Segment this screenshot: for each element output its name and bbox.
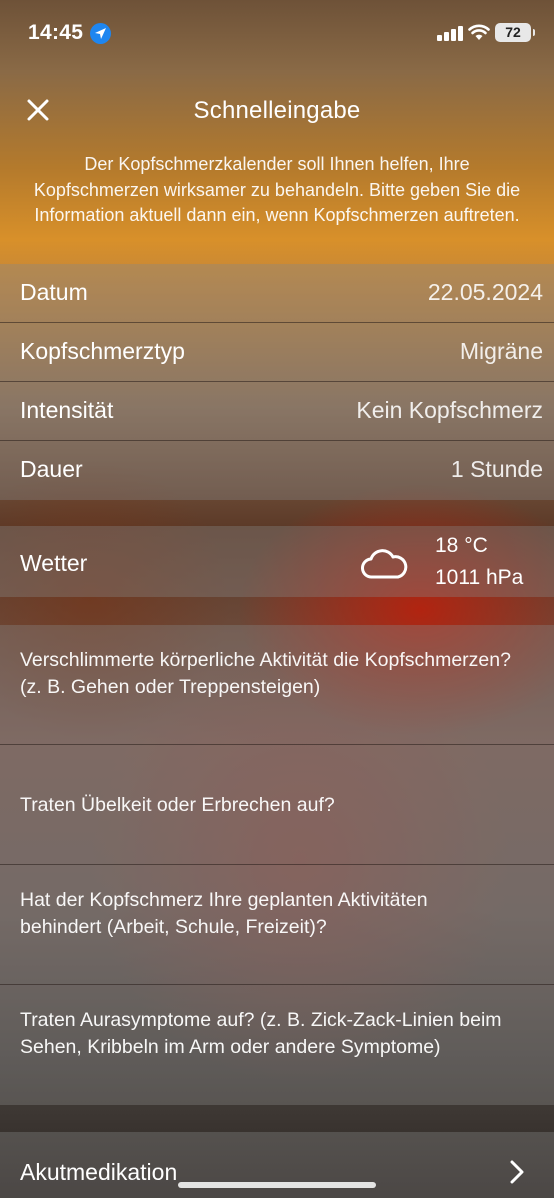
weather-pressure: 1011 hPa [435, 566, 524, 589]
question-text: Hat der Kopfschmerz Ihre geplanten Aktiv… [20, 889, 428, 938]
duration-value: 1 Stunde [450, 456, 543, 482]
location-arrow-icon [90, 23, 111, 44]
headache-type-label: Kopfschmerztyp [20, 338, 185, 364]
weather-temperature: 18 °C [435, 534, 488, 557]
question-row-aura[interactable]: Traten Aurasymptome auf? (z. B. Zick-Zac… [0, 985, 554, 1105]
cellular-signal-icon [437, 25, 463, 41]
headache-type-row[interactable]: Kopfschmerztyp Migräne [0, 323, 554, 382]
duration-label: Dauer [20, 456, 83, 482]
intro-text: Der Kopfschmerzkalender soll Ihnen helfe… [33, 154, 521, 225]
question-row-nausea[interactable]: Traten Übelkeit oder Erbrechen auf? [0, 745, 554, 865]
chevron-right-icon[interactable] [510, 1160, 524, 1184]
question-row-activity[interactable]: Verschlimmerte körperliche Aktivität die… [0, 625, 554, 745]
status-bar: 14:45 72 [0, 0, 554, 66]
wifi-icon [468, 24, 490, 40]
date-label: Datum [20, 279, 88, 305]
status-time: 14:45 [28, 21, 84, 44]
home-indicator [178, 1182, 376, 1188]
question-text: Traten Übelkeit oder Erbrechen auf? [20, 794, 335, 816]
cloud-icon [361, 549, 408, 579]
battery-icon: 72 [495, 23, 535, 42]
acute-medication-row[interactable]: Akutmedikation [0, 1132, 554, 1198]
date-row[interactable]: Datum 22.05.2024 [0, 264, 554, 323]
headache-type-value: Migräne [459, 338, 543, 364]
intensity-row[interactable]: Intensität Kein Kopfschmerz [0, 382, 554, 441]
question-text: Traten Aurasymptome auf? (z. B. Zick-Zac… [20, 1009, 502, 1058]
question-text: Verschlimmerte körperliche Aktivität die… [20, 649, 511, 698]
duration-row[interactable]: Dauer 1 Stunde [0, 441, 554, 500]
intensity-value: Kein Kopfschmerz [356, 397, 543, 423]
acute-medication-label: Akutmedikation [20, 1159, 178, 1185]
page-title: Schnelleingabe [193, 97, 361, 124]
date-value: 22.05.2024 [427, 279, 543, 305]
weather-label: Wetter [20, 550, 88, 576]
intensity-label: Intensität [20, 397, 114, 423]
question-row-impairment[interactable]: Hat der Kopfschmerz Ihre geplanten Aktiv… [0, 865, 554, 985]
